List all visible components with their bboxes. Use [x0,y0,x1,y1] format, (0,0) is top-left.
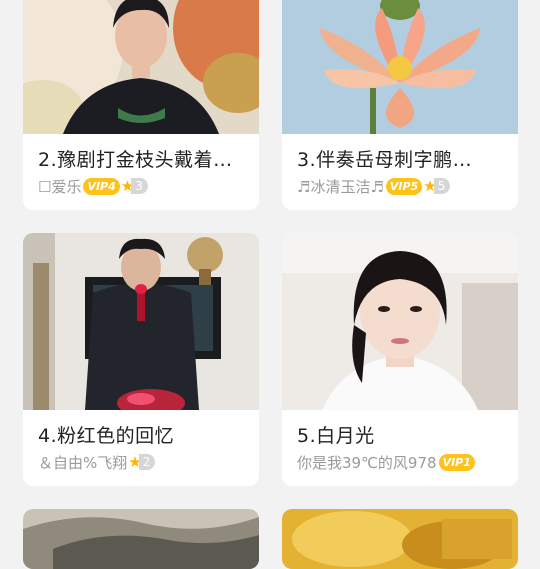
song-thumbnail[interactable] [23,233,259,410]
song-thumbnail[interactable] [23,509,259,569]
author-name[interactable]: ☐爱乐 [38,176,81,197]
song-thumbnail[interactable] [23,0,259,134]
level-badge: 5 [433,178,451,194]
song-title[interactable]: 5.白月光 [297,421,508,448]
song-card[interactable] [23,509,259,569]
song-card[interactable]: 3.伴奏岳母刺字鹏… ♬冰清玉洁♬ VIP5 ★ 5 [282,0,518,210]
vip-badge: VIP1 [438,453,475,471]
vip-badge: VIP4 [83,177,120,195]
song-title[interactable]: 2.豫剧打金枝头戴着… [38,145,249,172]
song-author-row: ＆自由%飞翔 ★ 2 [38,451,251,473]
song-card[interactable]: 2.豫剧打金枝头戴着… ☐爱乐 VIP4 ★ 3 [23,0,259,210]
song-thumbnail[interactable] [282,0,518,134]
author-name[interactable]: 你是我39℃的风978 [297,452,437,473]
song-thumbnail[interactable] [282,233,518,410]
song-title[interactable]: 3.伴奏岳母刺字鹏… [297,145,508,172]
song-card[interactable]: 5.白月光 你是我39℃的风978 VIP1 [282,233,518,486]
author-name[interactable]: ＆自由%飞翔 [38,452,127,473]
song-title[interactable]: 4.粉红色的回忆 [38,421,249,448]
song-author-row: ♬冰清玉洁♬ VIP5 ★ 5 [297,175,510,197]
song-card[interactable] [282,509,518,569]
level-badge: 2 [138,454,156,470]
song-grid: 2.豫剧打金枝头戴着… ☐爱乐 VIP4 ★ 3 3.伴奏岳母刺字鹏… ♬冰清玉… [0,0,540,569]
song-card[interactable]: 4.粉红色的回忆 ＆自由%飞翔 ★ 2 [23,233,259,486]
vip-badge: VIP5 [385,177,423,195]
level-badge: 3 [131,178,148,194]
song-author-row: 你是我39℃的风978 VIP1 [297,451,510,473]
song-thumbnail[interactable] [282,509,518,569]
song-author-row: ☐爱乐 VIP4 ★ 3 [38,175,251,197]
author-name[interactable]: ♬冰清玉洁♬ [297,176,384,197]
